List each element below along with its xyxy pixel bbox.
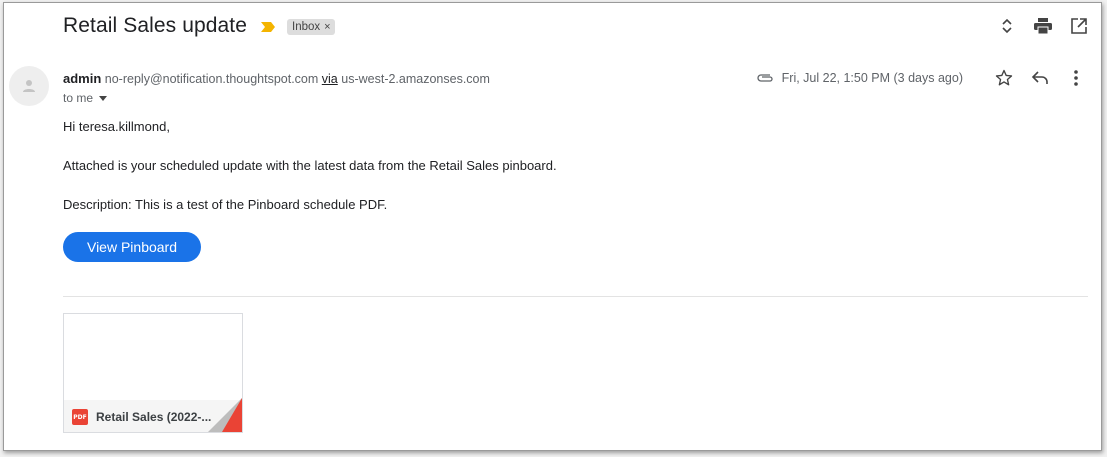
- attachment-name: Retail Sales (2022-...: [96, 410, 212, 424]
- divider: [63, 296, 1088, 297]
- person-icon: [23, 80, 35, 92]
- reply-icon[interactable]: [1029, 67, 1051, 89]
- email-description-line: Description: This is a test of the Pinbo…: [63, 197, 388, 212]
- more-vertical-icon[interactable]: [1065, 67, 1087, 89]
- star-icon[interactable]: [993, 67, 1015, 89]
- toolbar-icons: [981, 16, 1089, 36]
- message-meta: Fri, Jul 22, 1:50 PM (3 days ago): [756, 67, 1087, 89]
- sender-name[interactable]: admin: [63, 71, 101, 86]
- expand-collapse-icon[interactable]: [997, 16, 1017, 36]
- sender-address: no-reply@notification.thoughtspot.com: [104, 72, 319, 86]
- remove-label-icon[interactable]: ×: [324, 21, 330, 33]
- via-link[interactable]: via: [322, 72, 338, 86]
- view-pinboard-button[interactable]: View Pinboard: [63, 232, 201, 262]
- via-domain: us-west-2.amazonses.com: [341, 72, 490, 86]
- email-body-line: Attached is your scheduled update with t…: [63, 158, 557, 173]
- subject-row: Retail Sales update Inbox ×: [63, 13, 335, 39]
- email-window: Retail Sales update Inbox × admin no-rep…: [3, 2, 1102, 451]
- recipient-details-toggle[interactable]: to me: [63, 91, 108, 105]
- print-icon[interactable]: [1033, 16, 1053, 36]
- importance-marker-icon[interactable]: [261, 22, 276, 32]
- pdf-file-icon: PDF: [72, 409, 88, 425]
- sender-line: admin no-reply@notification.thoughtspot.…: [63, 71, 490, 86]
- attachment-preview: [64, 314, 242, 400]
- open-in-new-window-icon[interactable]: [1069, 16, 1089, 36]
- chevron-down-icon: [99, 95, 108, 101]
- recipient-label: to me: [63, 91, 94, 105]
- email-subject: Retail Sales update: [63, 14, 248, 37]
- paperclip-icon: [757, 74, 773, 82]
- folded-corner-icon: [208, 398, 242, 432]
- inbox-label-text: Inbox: [292, 21, 321, 33]
- email-greeting: Hi teresa.killmond,: [63, 119, 170, 134]
- inbox-label-chip: Inbox ×: [287, 19, 335, 35]
- message-date: Fri, Jul 22, 1:50 PM (3 days ago): [781, 71, 963, 85]
- sender-avatar: [9, 66, 49, 106]
- attachment-card[interactable]: PDF Retail Sales (2022-...: [63, 313, 243, 433]
